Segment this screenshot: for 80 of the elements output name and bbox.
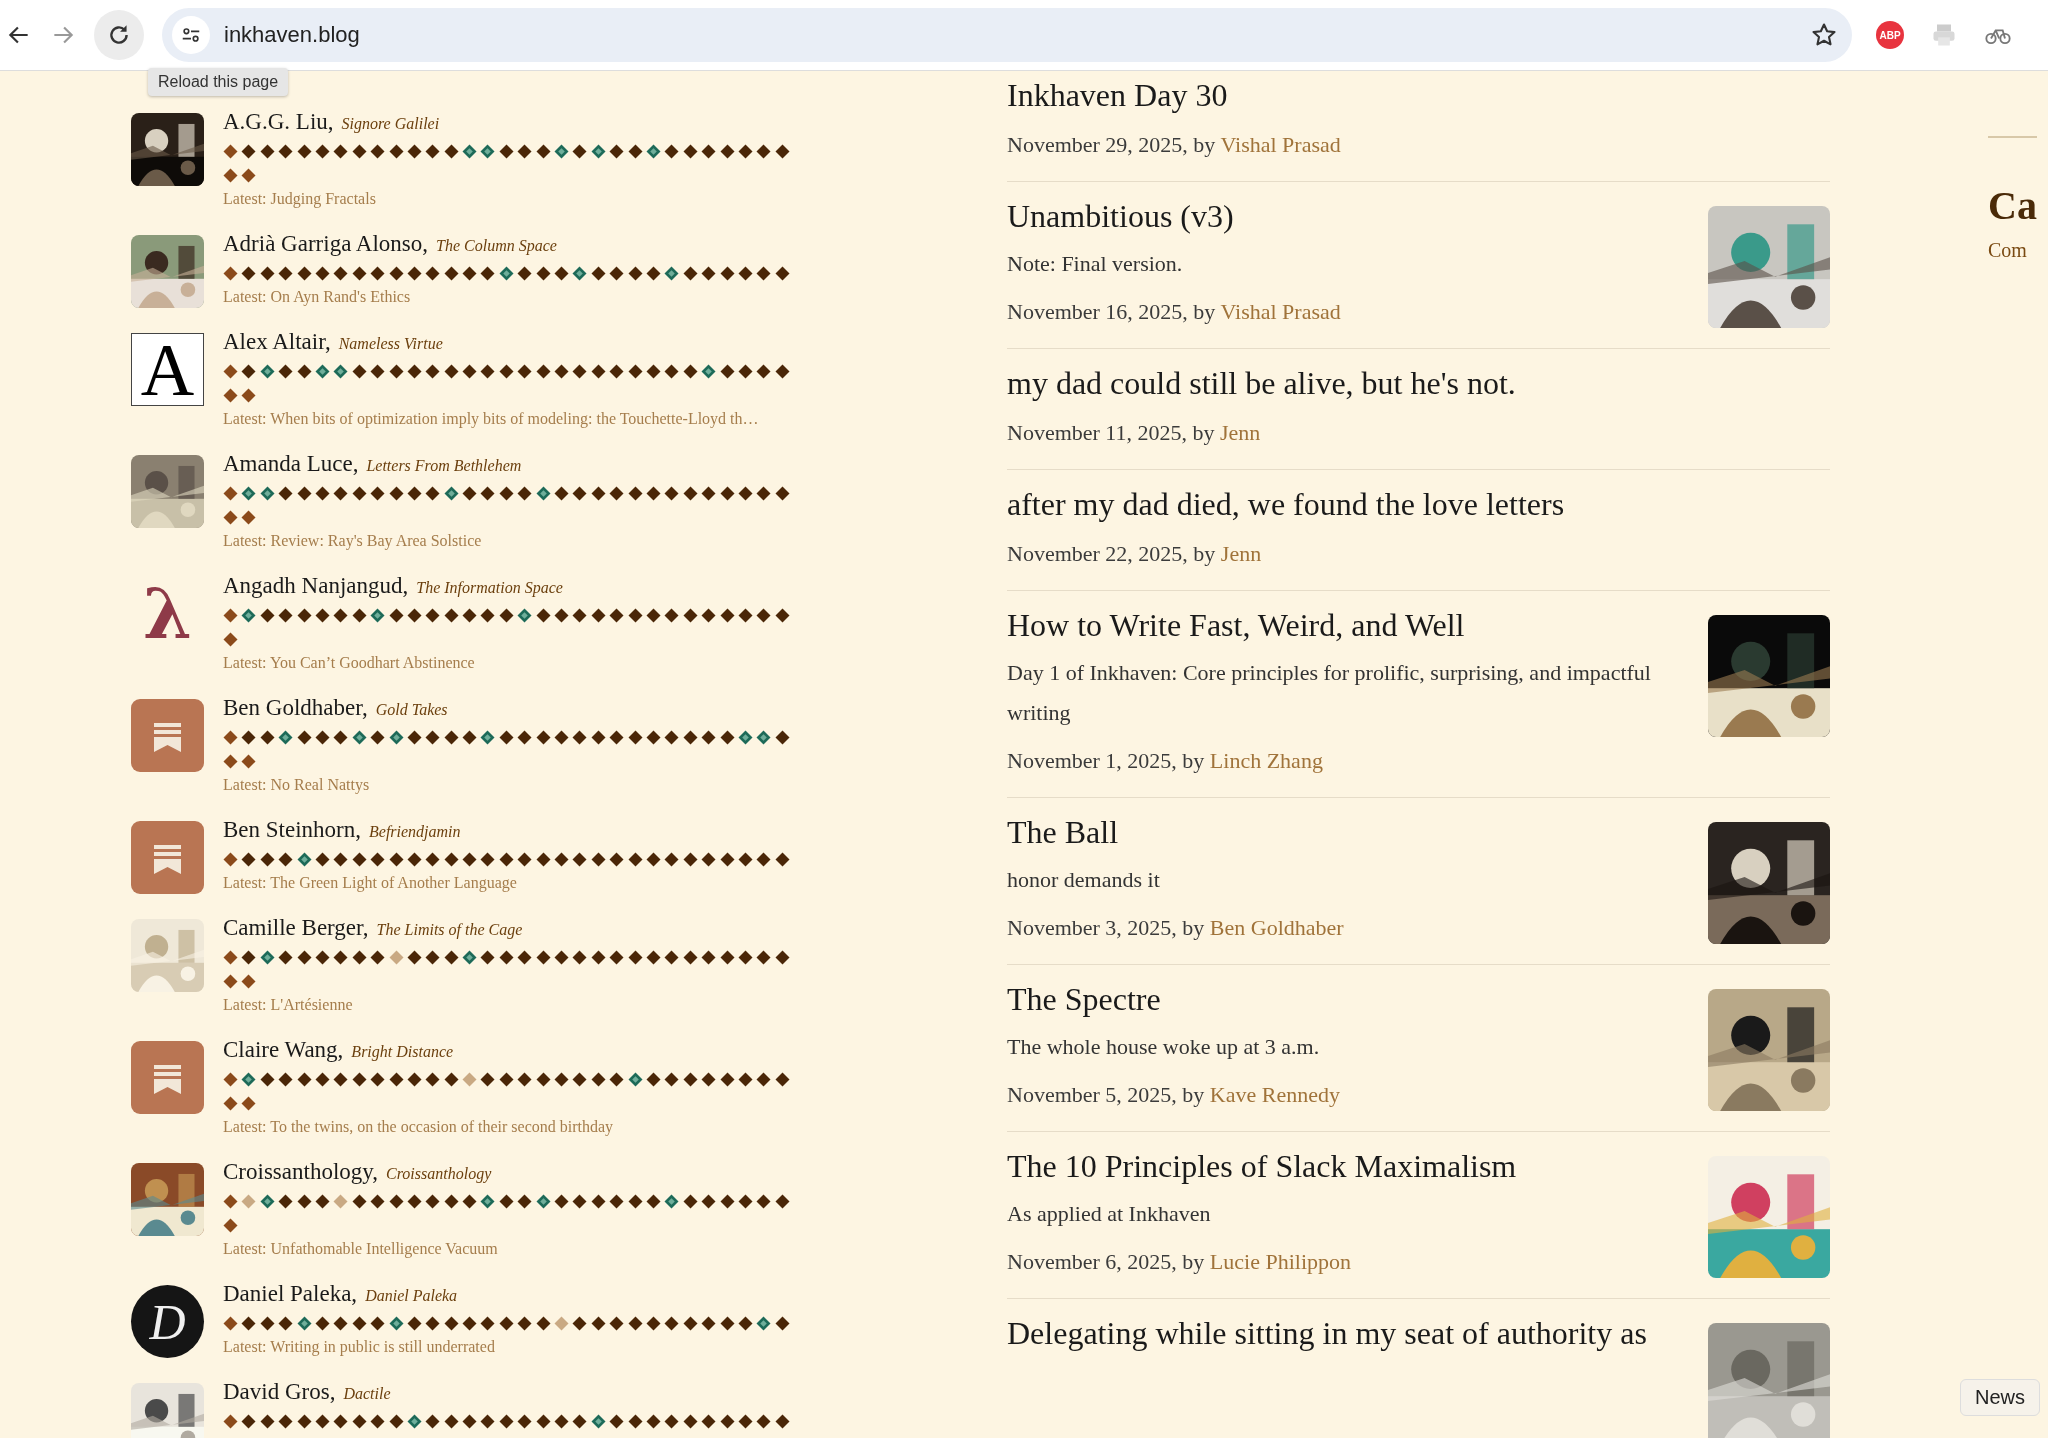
post-date: November 6, 2025, by bbox=[1007, 1249, 1205, 1274]
blog-name[interactable]: The Column Space bbox=[436, 237, 557, 255]
latest-post-link[interactable]: Latest: On Ayn Rand's Ethics bbox=[223, 285, 803, 309]
writer-name[interactable]: Ben Goldhaber, bbox=[223, 695, 368, 721]
bookmark-icon bbox=[131, 1041, 204, 1114]
post-subtitle: The whole house woke up at 3 a.m. bbox=[1007, 1033, 1321, 1061]
writer-name[interactable]: Croissanthology, bbox=[223, 1159, 379, 1185]
post-title[interactable]: Unambitious (v3) bbox=[1007, 192, 1234, 240]
post-date: November 11, 2025, by bbox=[1007, 420, 1215, 445]
site-settings-icon[interactable] bbox=[172, 16, 210, 54]
post-title[interactable]: Delegating while sitting in my seat of authority as bbox=[1007, 1309, 1647, 1357]
writer-name[interactable]: Camille Berger, bbox=[223, 915, 369, 941]
post-subtitle: honor demands it bbox=[1007, 866, 1161, 894]
writer-name[interactable]: Alex Altair, bbox=[223, 329, 331, 355]
blog-name[interactable]: The Information Space bbox=[416, 579, 563, 597]
post-subtitle: As applied at Inkhaven bbox=[1007, 1200, 1212, 1228]
latest-post-link[interactable]: Latest: To the twins, on the occasion of their second birthday bbox=[223, 1115, 803, 1139]
tooltip: News bbox=[1960, 1379, 2040, 1416]
latest-post-link[interactable]: Latest: L'Artésienne bbox=[223, 993, 803, 1017]
latest-post-link[interactable]: Latest: Judging Fractals bbox=[223, 187, 803, 211]
bookmark-icon bbox=[131, 821, 204, 894]
blog-name[interactable]: Befriendjamin bbox=[369, 823, 461, 841]
author-link[interactable]: Lucie Philippon bbox=[1209, 1249, 1351, 1274]
post-date: November 29, 2025, by bbox=[1007, 132, 1216, 157]
author-link[interactable]: Jenn bbox=[1220, 420, 1261, 445]
blog-name[interactable]: Gold Takes bbox=[375, 701, 448, 719]
writer-name[interactable]: Daniel Paleka, bbox=[223, 1281, 358, 1307]
url-text: inkhaven.blog bbox=[224, 22, 361, 48]
latest-post-link[interactable]: Latest: When bits of optimization imply bits of modeling: the Touchette-Lloyd th… bbox=[223, 407, 803, 431]
blog-name[interactable]: Dactile bbox=[343, 1385, 391, 1403]
latest-post-link[interactable]: Latest: No Real Nattys bbox=[223, 773, 803, 797]
post-title[interactable]: The Ball bbox=[1007, 808, 1119, 856]
latest-post-link[interactable]: Latest: You Can’t Goodhart Abstinence bbox=[223, 651, 803, 675]
post-title[interactable]: The Spectre bbox=[1007, 975, 1161, 1023]
sidebar-heading: Ca bbox=[1988, 136, 2037, 229]
writer-name[interactable]: Claire Wang, bbox=[223, 1037, 344, 1063]
post-date: November 3, 2025, by bbox=[1007, 915, 1205, 940]
blog-name[interactable]: Signore Galilei bbox=[341, 115, 440, 133]
blog-name[interactable]: Daniel Paleka bbox=[365, 1287, 458, 1305]
post-subtitle: Note: Final version. bbox=[1007, 250, 1184, 278]
latest-post-link[interactable]: Latest: Unfathomable Intelligence Vacuum bbox=[223, 1237, 803, 1261]
writer-name[interactable]: Angadh Nanjangud, bbox=[223, 573, 409, 599]
post-title[interactable]: my dad could still be alive, but he's not. bbox=[1007, 359, 1516, 407]
blog-name[interactable]: Nameless Virtue bbox=[338, 335, 443, 353]
writer-name[interactable]: A.G.G. Liu, bbox=[223, 109, 334, 135]
blog-name[interactable]: Letters From Bethlehem bbox=[366, 457, 522, 475]
author-link[interactable]: Kave Rennedy bbox=[1209, 1082, 1340, 1107]
adblock-extension-icon[interactable]: ABP bbox=[1876, 21, 1904, 49]
writer-name[interactable]: Ben Steinhorn, bbox=[223, 817, 361, 843]
post-title[interactable]: Inkhaven Day 30 bbox=[1007, 71, 1228, 119]
author-link[interactable]: Jenn bbox=[1220, 541, 1262, 566]
post-date: November 16, 2025, by bbox=[1007, 299, 1216, 324]
blog-name[interactable]: Croissanthology bbox=[386, 1165, 492, 1183]
lambda-logo: λ bbox=[142, 578, 193, 649]
latest-post-link[interactable]: Latest: Review: Ray's Bay Area Solstice bbox=[223, 529, 803, 553]
letter-logo: D bbox=[131, 1285, 204, 1358]
writer-name[interactable]: Amanda Luce, bbox=[223, 451, 359, 477]
post-subtitle: Day 1 of Inkhaven: Core principles for prolific, surprising, and impactful writing bbox=[1007, 659, 1652, 727]
post-title[interactable]: How to Write Fast, Weird, and Well bbox=[1007, 601, 1465, 649]
post-title[interactable]: The 10 Principles of Slack Maximalism bbox=[1007, 1142, 1517, 1190]
author-link[interactable]: Vishal Prasad bbox=[1220, 132, 1341, 157]
blog-name[interactable]: Bright Distance bbox=[351, 1043, 454, 1061]
tooltip: Reload this page bbox=[148, 68, 289, 96]
post-title[interactable]: after my dad died, we found the love letters bbox=[1007, 480, 1565, 528]
post-date: November 22, 2025, by bbox=[1007, 541, 1216, 566]
sidebar-link[interactable]: Com bbox=[1988, 239, 2037, 262]
writer-name[interactable]: David Gros, bbox=[223, 1379, 336, 1405]
address-bar[interactable]: inkhaven.blog bbox=[162, 8, 1852, 62]
author-link[interactable]: Ben Goldhaber bbox=[1209, 915, 1344, 940]
blog-name[interactable]: The Limits of the Cage bbox=[376, 921, 523, 939]
post-date: November 5, 2025, by bbox=[1007, 1082, 1205, 1107]
latest-post-link[interactable]: Latest: The Green Light of Another Language bbox=[223, 871, 803, 895]
reload-button[interactable] bbox=[94, 10, 144, 60]
author-link[interactable]: Vishal Prasad bbox=[1220, 299, 1341, 324]
writer-name[interactable]: Adrià Garriga Alonso, bbox=[223, 231, 429, 257]
author-link[interactable]: Linch Zhang bbox=[1209, 748, 1323, 773]
latest-post-link[interactable]: Latest: Writing in public is still underrated bbox=[223, 1335, 803, 1359]
bookmark-icon bbox=[131, 699, 204, 772]
post-date: November 1, 2025, by bbox=[1007, 748, 1205, 773]
letter-logo: A bbox=[131, 333, 204, 406]
